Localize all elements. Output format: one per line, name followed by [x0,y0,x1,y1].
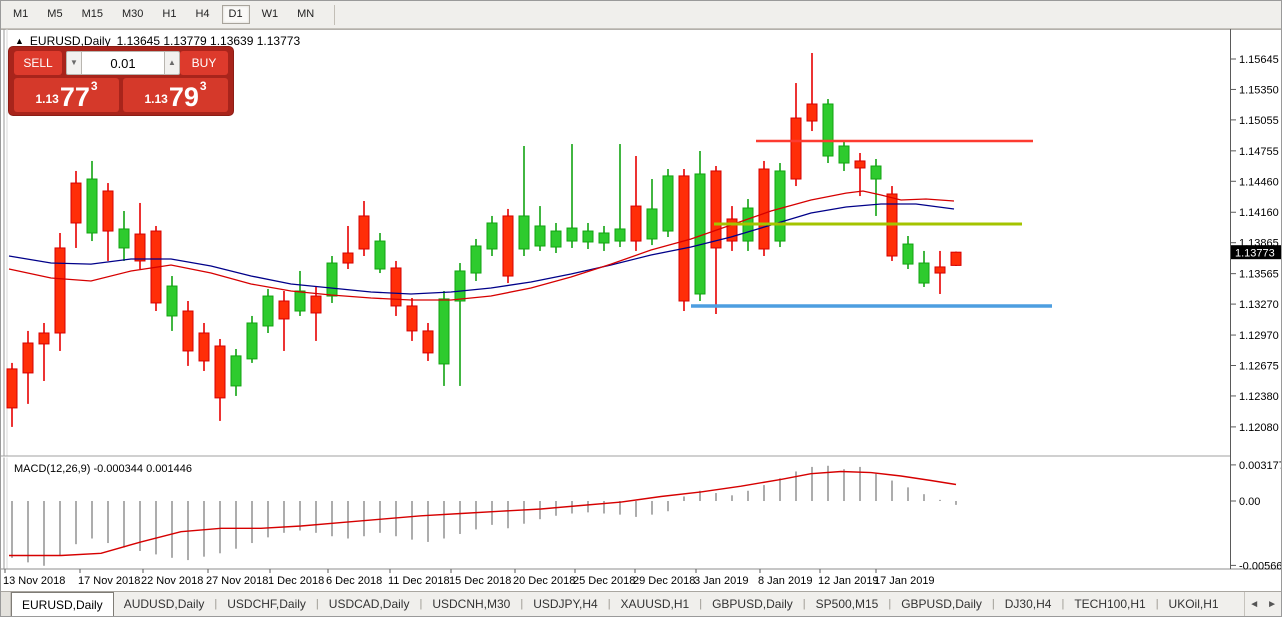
svg-text:1.14160: 1.14160 [1239,207,1279,219]
svg-text:1.15055: 1.15055 [1239,115,1279,127]
tab-gbpusd-daily[interactable]: GBPUSD,Daily [702,592,803,616]
buy-big-figure: 1.13 [144,92,167,106]
macd-label: MACD(12,26,9) -0.000344 0.001446 [14,463,192,475]
tab-audusd-daily[interactable]: AUDUSD,Daily [114,592,215,616]
tf-button-M1[interactable]: M1 [6,5,35,24]
svg-text:12 Jan 2019: 12 Jan 2019 [818,575,879,587]
svg-text:1.14460: 1.14460 [1239,176,1279,188]
collapse-panel-icon[interactable]: ▲ [15,36,24,46]
tf-button-M30[interactable]: M30 [115,5,150,24]
toolbar-separator [334,5,335,25]
tf-button-M5[interactable]: M5 [40,5,69,24]
macd-histogram [12,466,956,566]
sell-button[interactable]: SELL [14,51,62,75]
svg-text:6 Dec 2018: 6 Dec 2018 [326,575,382,587]
svg-text:8 Jan 2019: 8 Jan 2019 [758,575,812,587]
svg-text:1.12080: 1.12080 [1239,422,1279,434]
svg-text:1.15350: 1.15350 [1239,84,1279,96]
tf-button-W1[interactable]: W1 [255,5,286,24]
tab-list: EURUSD,DailyAUDUSD,Daily|USDCHF,Daily|US… [11,592,1229,616]
chart-tab-bar: EURUSD,DailyAUDUSD,Daily|USDCHF,Daily|US… [1,591,1281,616]
date-axis-labels[interactable]: 13 Nov 2018 17 Nov 201822 Nov 201827 Nov … [3,569,935,587]
price-axis-labels[interactable]: 1.15645 1.15350 1.15055 1.14755 1.14460 1.141… [1231,54,1279,434]
lot-size-input[interactable] [82,51,164,75]
current-price-box: 1.13773 [1231,245,1282,260]
chevron-down-icon: ▼ [70,58,78,67]
svg-text:17 Nov 2018: 17 Nov 2018 [78,575,140,587]
mt4-window: M1 M5 M15 M30 H1 H4 D1 W1MN MACD(12,26,9) -0.00… [0,0,1282,617]
svg-text:0.003177: 0.003177 [1239,460,1282,472]
tab-usdcnh-m30[interactable]: USDCNH,M30 [422,592,520,616]
tab-scroll-right-icon[interactable]: ► [1267,599,1277,610]
lot-increase-button[interactable]: ▲ [164,51,180,75]
tab-gbpusd-daily[interactable]: GBPUSD,Daily [891,592,992,616]
svg-text:22 Nov 2018: 22 Nov 2018 [141,575,203,587]
tab-scroll-left-icon[interactable]: ◄ [1249,599,1259,610]
tab-scroll-controls: ◄ ► [1244,592,1281,616]
svg-text:1.13773: 1.13773 [1235,248,1275,260]
buy-price-display[interactable]: 1.13 79 3 [123,78,228,112]
svg-text:1.13270: 1.13270 [1239,299,1279,311]
svg-text:20 Dec 2018: 20 Dec 2018 [513,575,575,587]
chart-symbol-label: EURUSD,Daily [30,34,111,48]
buy-pips: 79 [169,86,199,109]
tab-dj30-h4[interactable]: DJ30,H4 [995,592,1062,616]
svg-text:1.12970: 1.12970 [1239,330,1279,342]
tab-usdchf-daily[interactable]: USDCHF,Daily [217,592,316,616]
one-click-trading-panel: SELL ▼ ▲ BUY 1.13 77 3 1.13 79 3 [9,47,233,115]
svg-text:0.00: 0.00 [1239,496,1260,508]
svg-text:1.13565: 1.13565 [1239,269,1279,281]
tab-tech100-h1[interactable]: TECH100,H1 [1064,592,1155,616]
buy-pipette: 3 [200,79,207,93]
svg-text:15 Dec 2018: 15 Dec 2018 [449,575,511,587]
tf-button-D1[interactable]: D1 [222,5,250,24]
svg-text:29 Dec 2018: 29 Dec 2018 [633,575,695,587]
svg-text:1.15645: 1.15645 [1239,54,1279,66]
macd-signal-line [9,472,956,556]
svg-text:25 Dec 2018: 25 Dec 2018 [573,575,635,587]
svg-text:-0.005667: -0.005667 [1239,560,1282,572]
tab-bar-gutter [1,592,11,616]
tab-sp500-m15[interactable]: SP500,M15 [806,592,889,616]
sell-price-display[interactable]: 1.13 77 3 [14,78,119,112]
sell-big-figure: 1.13 [35,92,58,106]
tab-xauusd-h1[interactable]: XAUUSD,H1 [611,592,700,616]
svg-text:1.12675: 1.12675 [1239,360,1279,372]
chart-title-row: ▲ EURUSD,Daily 1.13645 1.13779 1.13639 1… [15,34,300,48]
svg-text:1.12380: 1.12380 [1239,391,1279,403]
macd-axis-labels: 0.003177 0.00 -0.005667 [1231,460,1282,572]
tf-button-H4[interactable]: H4 [188,5,216,24]
tf-button-MN[interactable]: MN [290,5,321,24]
sell-pipette: 3 [91,79,98,93]
sell-pips: 77 [60,86,90,109]
tab-ukoil-h1[interactable]: UKOil,H1 [1159,592,1229,616]
buy-button[interactable]: BUY [180,51,228,75]
tab-usdjpy-h4[interactable]: USDJPY,H4 [523,592,607,616]
timeframe-toolbar: M1 M5 M15 M30 H1 H4 D1 W1MN [1,1,1281,29]
tf-button-M15[interactable]: M15 [75,5,110,24]
svg-text:17 Jan 2019: 17 Jan 2019 [874,575,935,587]
svg-text:27 Nov 2018: 27 Nov 2018 [206,575,268,587]
tf-button-H1[interactable]: H1 [155,5,183,24]
svg-text:1 Dec 2018: 1 Dec 2018 [268,575,324,587]
svg-text:13 Nov 2018: 13 Nov 2018 [3,575,65,587]
svg-text:11 Dec 2018: 11 Dec 2018 [388,575,450,587]
svg-text:1.14755: 1.14755 [1239,146,1279,158]
svg-text:3 Jan 2019: 3 Jan 2019 [694,575,748,587]
tab-eurusd-daily[interactable]: EURUSD,Daily [11,592,114,616]
trade-panel-top-row: SELL ▼ ▲ BUY [9,51,233,75]
tab-usdcad-daily[interactable]: USDCAD,Daily [319,592,420,616]
chevron-up-icon: ▲ [168,58,176,67]
chart-ohlc-values: 1.13645 1.13779 1.13639 1.13773 [117,34,301,48]
lot-decrease-button[interactable]: ▼ [66,51,82,75]
